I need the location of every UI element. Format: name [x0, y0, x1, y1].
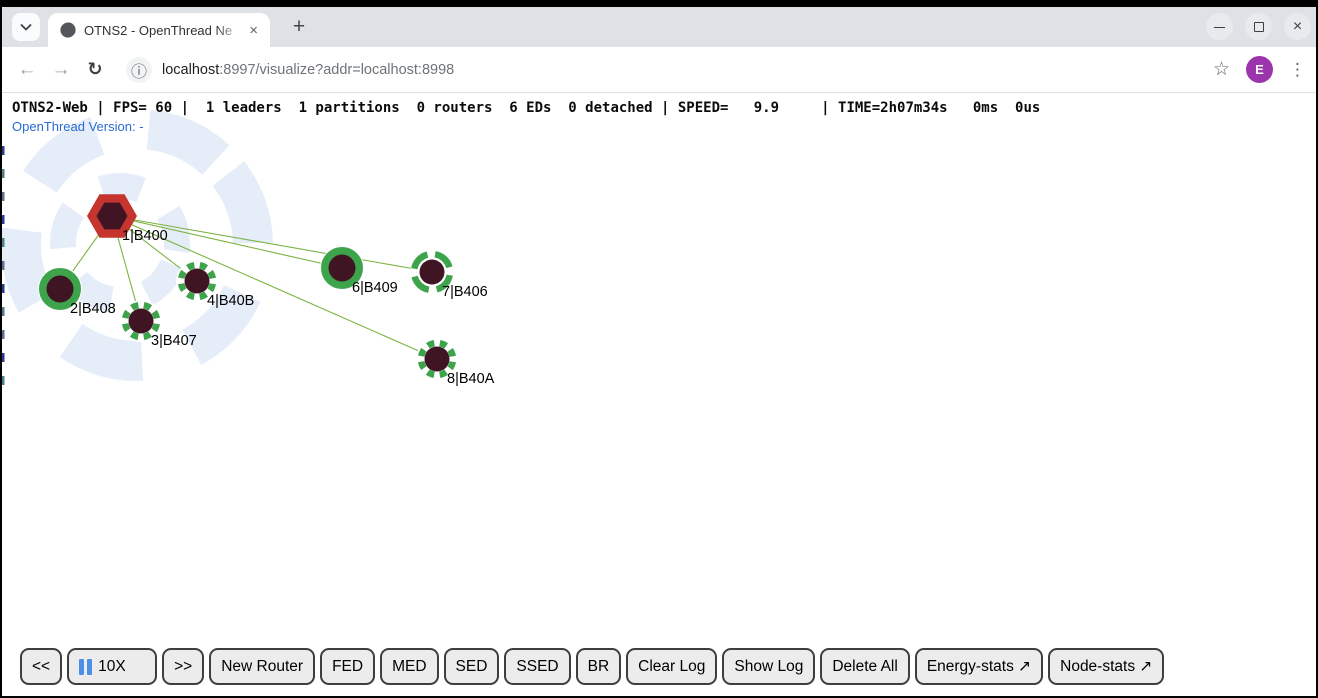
delete-all-button[interactable]: Delete All [820, 648, 909, 685]
maximize-icon [1254, 22, 1264, 32]
new-router-button[interactable]: New Router [209, 648, 315, 685]
forward-icon[interactable]: → [44, 59, 78, 81]
reload-icon[interactable]: ↻ [78, 59, 112, 80]
br-button[interactable]: BR [576, 648, 622, 685]
partition-watermark [2, 93, 300, 408]
sed-button[interactable]: SED [444, 648, 500, 685]
new-tab-button[interactable]: + [286, 14, 312, 40]
show-log-button[interactable]: Show Log [722, 648, 815, 685]
info-glyph: ⓘ [131, 58, 147, 82]
button-label: SED [456, 658, 488, 676]
node-8[interactable]: 8|B40A [416, 338, 495, 387]
profile-avatar[interactable]: E [1246, 56, 1273, 83]
tab-close-icon[interactable]: × [245, 22, 262, 39]
tab-title-fade [215, 23, 245, 38]
ssed-button[interactable]: SSED [504, 648, 570, 685]
speed-button[interactable]: 10X [67, 648, 157, 685]
button-label: New Router [221, 658, 303, 676]
edge-tick [2, 169, 5, 178]
window-controls: × [1206, 13, 1311, 40]
left-edge-marks [2, 146, 5, 385]
toolbar: << 10X >> New Router FED MED SED SSED BR Clear Lo… [20, 648, 1164, 685]
button-label: Show Log [734, 658, 803, 676]
node-label: 1|B400 [122, 228, 168, 244]
globe-favicon-icon [60, 22, 76, 38]
browser-menu-icon[interactable]: ⋮ [1289, 60, 1306, 80]
rewind-button[interactable]: << [20, 648, 62, 685]
edge-tick [2, 192, 5, 201]
edge-tick [2, 146, 5, 155]
edge-tick [2, 261, 5, 270]
edge-tick [2, 215, 5, 224]
minimize-button[interactable] [1206, 13, 1233, 40]
edge-tick [2, 376, 5, 385]
maximize-button[interactable] [1245, 13, 1272, 40]
node-core [329, 255, 356, 282]
node-core [47, 276, 74, 303]
button-label: >> [174, 658, 192, 676]
button-label: Delete All [832, 658, 897, 676]
node-7[interactable]: 7|B406 [411, 251, 488, 301]
node-label: 4|B40B [207, 293, 254, 309]
node-core [129, 309, 154, 334]
pause-icon [79, 659, 92, 675]
edge-tick [2, 307, 5, 316]
tab-strip: OTNS2 - OpenThread Ne × + × [2, 7, 1316, 47]
node-label: 3|B407 [151, 333, 197, 349]
network-canvas[interactable]: 1|B400 2|B408 3|B407 4|B40B 6|B409 7|B406 8|B4… [2, 93, 1316, 695]
tab-search-button[interactable] [12, 13, 40, 41]
clear-log-button[interactable]: Clear Log [626, 648, 717, 685]
site-info-icon[interactable]: ⓘ [126, 57, 152, 83]
node-4[interactable]: 4|B40B [176, 260, 254, 309]
button-label: 10X [98, 658, 126, 676]
url-path: :8997/visualize?addr=localhost:8998 [219, 62, 454, 78]
node-core [420, 260, 445, 285]
back-icon[interactable]: ← [10, 59, 44, 81]
node-stats-button[interactable]: Node-stats ↗ [1048, 648, 1164, 685]
page-content: OTNS2-Web | FPS= 60 | 1 leaders 1 partit… [2, 93, 1316, 695]
fed-button[interactable]: FED [320, 648, 375, 685]
button-label: Node-stats ↗ [1060, 657, 1152, 676]
node-label: 7|B406 [442, 284, 488, 300]
fast-forward-button[interactable]: >> [162, 648, 204, 685]
node-label: 2|B408 [70, 301, 116, 317]
browser-window: OTNS2 - OpenThread Ne × + × ← → ↻ ⓘ loca… [0, 0, 1318, 698]
edge-tick [2, 353, 5, 362]
url-host: localhost [162, 62, 219, 78]
button-label: MED [392, 658, 426, 676]
tab-otns2[interactable]: OTNS2 - OpenThread Ne × [48, 13, 270, 47]
tab-title: OTNS2 - OpenThread Ne [84, 23, 245, 38]
edge-tick [2, 238, 5, 247]
close-button[interactable]: × [1284, 13, 1311, 40]
node-6[interactable]: 6|B409 [320, 246, 398, 296]
button-label: BR [588, 658, 610, 676]
close-icon: × [1293, 19, 1302, 35]
button-label: << [32, 658, 50, 676]
chevron-down-icon [20, 23, 32, 31]
energy-stats-button[interactable]: Energy-stats ↗ [915, 648, 1043, 685]
med-button[interactable]: MED [380, 648, 438, 685]
node-1[interactable]: 1|B400 [87, 194, 168, 244]
url-field[interactable]: localhost:8997/visualize?addr=localhost:… [162, 62, 1213, 78]
simulation-status-bar: OTNS2-Web | FPS= 60 | 1 leaders 1 partit… [12, 100, 1040, 116]
node-label: 6|B409 [352, 280, 398, 296]
button-label: SSED [516, 658, 558, 676]
button-label: Clear Log [638, 658, 705, 676]
bookmark-star-icon[interactable]: ☆ [1213, 58, 1230, 81]
node-core [185, 269, 210, 294]
address-bar-actions: ☆ E ⋮ [1213, 56, 1306, 83]
edge-tick [2, 330, 5, 339]
button-label: Energy-stats ↗ [927, 657, 1031, 676]
address-bar: ← → ↻ ⓘ localhost:8997/visualize?addr=lo… [2, 47, 1316, 93]
edge-tick [2, 284, 5, 293]
openthread-version-label: OpenThread Version: - [12, 119, 144, 134]
node-label: 8|B40A [447, 371, 495, 387]
node-core [425, 347, 450, 372]
button-label: FED [332, 658, 363, 676]
minimize-icon [1214, 27, 1225, 29]
